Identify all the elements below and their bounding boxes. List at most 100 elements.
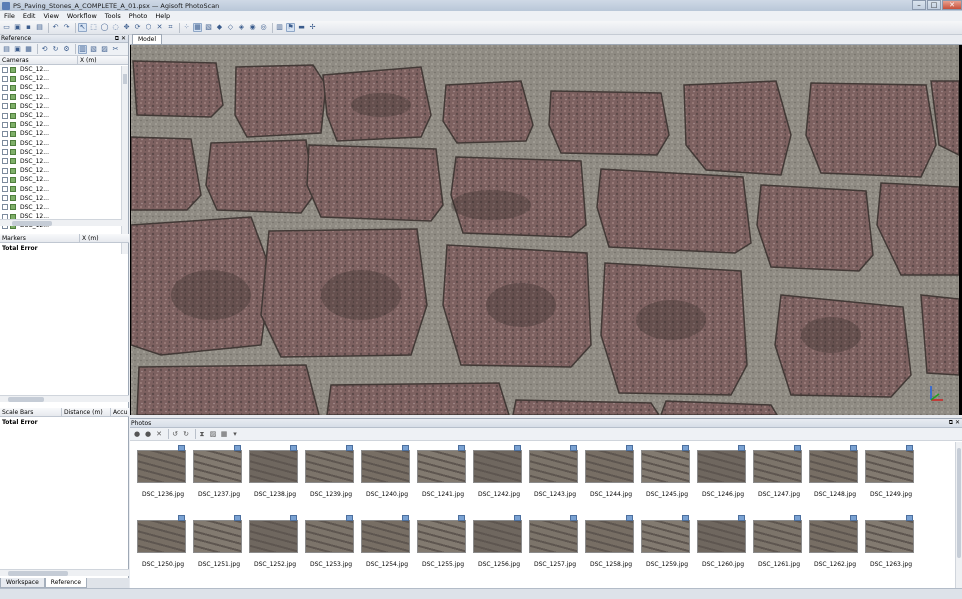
view-mode-icon[interactable]: ▦ [220,430,228,438]
tab-model[interactable]: Model [132,34,163,44]
move-object-icon[interactable]: ✥ [122,23,131,32]
camera-row[interactable]: DSC_12... [0,139,128,148]
photo-thumbnail[interactable]: DSC_1246.jpg [694,445,746,507]
camera-row[interactable]: DSC_12... [0,93,128,102]
scrollbar-thumb[interactable] [8,397,44,402]
show-shapes-icon[interactable]: ▬ [297,23,306,32]
optimize-icon[interactable]: ⟲ [40,45,49,54]
markers-column-header[interactable]: Markers [0,233,80,243]
camera-row[interactable]: DSC_12... [0,74,128,83]
menu-edit[interactable]: Edit [19,12,40,20]
show-cameras-icon[interactable]: ▥ [275,23,284,32]
settings-icon[interactable]: ⚙ [62,45,71,54]
reset-filter-icon[interactable]: ⧗ [198,430,206,438]
menu-workflow[interactable]: Workflow [63,12,101,20]
photo-thumbnail[interactable]: DSC_1254.jpg [358,515,410,577]
navigation-icon[interactable]: ↖ [78,23,87,32]
camera-row[interactable]: DSC_12... [0,111,128,120]
photo-thumbnail[interactable]: DSC_1251.jpg [190,515,242,577]
camera-checkbox[interactable] [2,130,8,137]
photo-thumbnail[interactable]: DSC_1261.jpg [750,515,802,577]
camera-row[interactable]: DSC_12... [0,184,128,193]
camera-row[interactable]: DSC_12... [0,203,128,212]
scrollbar-thumb[interactable] [123,74,127,84]
import-icon[interactable]: ▤ [2,45,11,54]
photo-thumbnail[interactable]: DSC_1263.jpg [862,515,914,577]
camera-checkbox[interactable] [2,158,8,165]
camera-row[interactable]: DSC_12... [0,148,128,157]
scalebars-hscrollbar[interactable] [0,569,129,576]
dem-icon[interactable]: ◎ [259,23,268,32]
undo-icon[interactable]: ↶ [51,23,60,32]
textured-icon[interactable]: ◈ [237,23,246,32]
show-markers-icon[interactable]: ⚑ [286,23,295,32]
rotate-left-icon[interactable]: ↺ [171,430,179,438]
camera-checkbox[interactable] [2,140,8,147]
shaded-icon[interactable]: ▧ [204,23,213,32]
photo-thumbnail[interactable]: DSC_1238.jpg [246,445,298,507]
camera-checkbox[interactable] [2,167,8,174]
camera-row[interactable]: DSC_12... [0,83,128,92]
cameras-hscrollbar[interactable] [0,219,122,226]
view-estimated-icon[interactable]: ▧ [89,45,98,54]
camera-checkbox[interactable] [2,149,8,156]
photo-thumbnail[interactable]: DSC_1239.jpg [302,445,354,507]
camera-checkbox[interactable] [2,84,8,91]
scrollbar-thumb[interactable] [12,221,52,226]
photo-thumbnail[interactable]: DSC_1252.jpg [246,515,298,577]
filter-icon[interactable]: ▨ [209,430,217,438]
distance-column-header[interactable]: Distance (m) [62,407,111,417]
camera-row[interactable]: DSC_12... [0,157,128,166]
camera-checkbox[interactable] [2,186,8,193]
menu-photo[interactable]: Photo [125,12,152,20]
photo-thumbnail[interactable]: DSC_1260.jpg [694,515,746,577]
photo-thumbnail[interactable]: DSC_1242.jpg [470,445,522,507]
photo-thumbnail[interactable]: DSC_1257.jpg [526,515,578,577]
camera-checkbox[interactable] [2,66,8,73]
camera-row[interactable]: DSC_12... [0,194,128,203]
photo-thumbnail[interactable]: DSC_1262.jpg [806,515,858,577]
pane-float-close-icon[interactable]: ⧉ ✕ [115,35,126,43]
photo-thumbnail[interactable]: DSC_1240.jpg [358,445,410,507]
camera-row[interactable]: DSC_12... [0,129,128,138]
move-region-icon[interactable]: ⬡ [144,23,153,32]
rotate-right-icon[interactable]: ↻ [182,430,190,438]
marker-x-column-header[interactable]: X (m) [80,234,124,243]
view-errors-icon[interactable]: ▨ [100,45,109,54]
free-form-selection-icon[interactable]: ◌ [111,23,120,32]
photo-thumbnail[interactable]: DSC_1241.jpg [414,445,466,507]
redo-icon[interactable]: ↷ [62,23,71,32]
disable-cameras-icon[interactable]: ● [144,430,152,438]
close-icon[interactable]: ✕ [942,0,962,10]
accuracy-column-header[interactable]: Accu [111,408,129,417]
crop-selection-icon[interactable]: ⌗ [166,23,175,32]
scrollbar-thumb[interactable] [8,571,68,576]
camera-checkbox[interactable] [2,94,8,101]
scalebars-column-header[interactable]: Scale Bars [0,407,62,417]
camera-checkbox[interactable] [2,121,8,128]
reference-tools-icon[interactable]: ✂ [111,45,120,54]
minimize-icon[interactable]: – [912,0,926,10]
rectangle-selection-icon[interactable]: ⬚ [89,23,98,32]
pane-float-close-icon[interactable]: ⧉ ✕ [949,419,960,427]
photo-thumbnail[interactable]: DSC_1253.jpg [302,515,354,577]
photo-thumbnail[interactable]: DSC_1244.jpg [582,445,634,507]
photo-thumbnail[interactable]: DSC_1259.jpg [638,515,690,577]
photo-thumbnail[interactable]: DSC_1247.jpg [750,445,802,507]
menu-help[interactable]: Help [151,12,174,20]
open-icon[interactable]: ▣ [13,23,22,32]
delete-selection-icon[interactable]: ✕ [155,23,164,32]
rotate-object-icon[interactable]: ⟳ [133,23,142,32]
wireframe-icon[interactable]: ◇ [226,23,235,32]
convert-icon[interactable]: ▦ [24,45,33,54]
camera-row[interactable]: DSC_12... [0,120,128,129]
photo-thumbnail[interactable]: DSC_1237.jpg [190,445,242,507]
menu-view[interactable]: View [39,12,62,20]
camera-row[interactable]: DSC_12... [0,166,128,175]
remove-cameras-icon[interactable]: ✕ [155,430,163,438]
tiled-model-icon[interactable]: ◉ [248,23,257,32]
camera-checkbox[interactable] [2,204,8,211]
photo-thumbnail[interactable]: DSC_1256.jpg [470,515,522,577]
update-icon[interactable]: ↻ [51,45,60,54]
enable-cameras-icon[interactable]: ● [133,430,141,438]
